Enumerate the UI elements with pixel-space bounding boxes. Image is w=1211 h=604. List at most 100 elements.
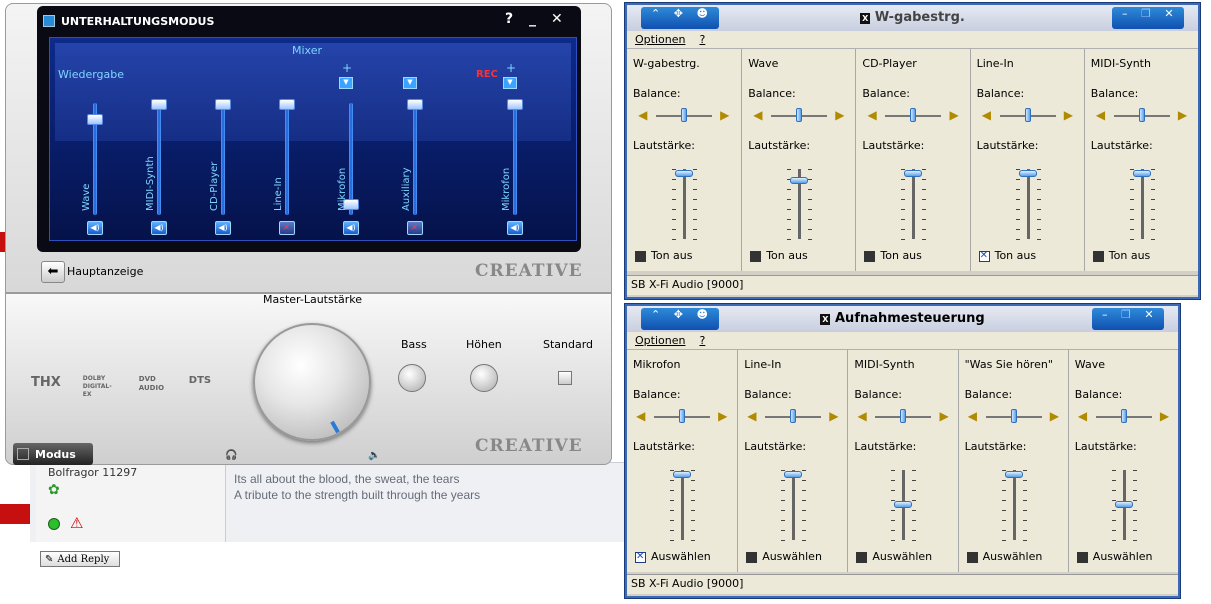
close-icon[interactable]: ✕ xyxy=(1164,7,1173,20)
volume-track[interactable] xyxy=(1140,169,1144,239)
channel-slider-track[interactable] xyxy=(221,103,225,215)
balance-thumb[interactable] xyxy=(900,409,907,423)
help-button[interactable]: ? xyxy=(505,11,513,27)
volume-track[interactable] xyxy=(1026,169,1030,239)
warning-icon[interactable]: ⚠ xyxy=(70,514,83,532)
mute-checkbox[interactable] xyxy=(966,552,978,563)
volume-tick xyxy=(691,490,696,491)
channel-slider-thumb[interactable] xyxy=(279,99,295,110)
master-volume-knob[interactable] xyxy=(253,323,371,441)
volume-tick xyxy=(1129,209,1134,210)
channel-slider-track[interactable] xyxy=(513,103,517,215)
channel-slider-track[interactable] xyxy=(413,103,417,215)
chevron-down-icon[interactable]: ▼ xyxy=(403,77,417,89)
modus-button[interactable]: Modus xyxy=(13,443,93,465)
menu-help[interactable]: ? xyxy=(699,334,705,347)
mute-checkbox[interactable] xyxy=(978,250,990,262)
speaker-icon[interactable]: ◀) xyxy=(215,221,231,235)
add-icon[interactable]: + xyxy=(342,61,352,75)
balance-thumb[interactable] xyxy=(1024,108,1031,122)
speaker-icon[interactable]: ◀) xyxy=(507,221,523,235)
mute-checkbox[interactable] xyxy=(746,552,758,563)
add-icon[interactable]: + xyxy=(506,61,516,75)
menu-help[interactable]: ? xyxy=(699,33,705,46)
speaker-right-icon: ▶ xyxy=(1177,108,1188,122)
volume-tick xyxy=(1015,239,1020,240)
back-label[interactable]: Hauptanzeige xyxy=(67,265,143,278)
volume-tick xyxy=(1036,179,1041,180)
volume-tick xyxy=(1022,520,1027,521)
speaker-right-icon: ▶ xyxy=(1049,409,1059,423)
mute-checkbox[interactable] xyxy=(635,251,646,262)
channel-slider-track[interactable] xyxy=(157,103,161,215)
volume-track[interactable] xyxy=(1012,470,1016,540)
menu-optionen[interactable]: Optionen xyxy=(635,334,685,347)
chevron-down-icon[interactable]: ▼ xyxy=(503,77,517,89)
mute-checkbox[interactable] xyxy=(856,552,868,563)
chevron-down-icon[interactable]: ▼ xyxy=(339,77,353,89)
bass-knob[interactable] xyxy=(398,364,426,392)
mute-checkbox[interactable] xyxy=(750,251,762,262)
minimize-icon[interactable]: – xyxy=(1122,7,1128,20)
balance-thumb[interactable] xyxy=(910,108,917,122)
volume-thumb[interactable] xyxy=(1132,170,1151,178)
balance-thumb[interactable] xyxy=(790,409,797,423)
mute-checkbox[interactable] xyxy=(635,551,646,563)
channel-slider-thumb[interactable] xyxy=(407,99,423,110)
minimize-icon[interactable]: – xyxy=(1102,308,1108,321)
balance-thumb[interactable] xyxy=(1120,409,1127,423)
volume-thumb[interactable] xyxy=(1114,501,1133,508)
volume-thumb[interactable] xyxy=(1004,471,1023,479)
mute-checkbox[interactable] xyxy=(864,251,876,262)
volume-track[interactable] xyxy=(792,470,796,540)
back-arrow-button[interactable]: ⬅ xyxy=(41,261,65,283)
mute-checkbox[interactable] xyxy=(1092,251,1104,262)
balance-thumb[interactable] xyxy=(1138,108,1145,122)
volume-tick xyxy=(670,540,675,541)
standard-button[interactable] xyxy=(558,371,572,385)
channel-slider-thumb[interactable] xyxy=(507,99,523,110)
headphone-icon[interactable]: 🎧 xyxy=(225,450,237,461)
balance-thumb[interactable] xyxy=(796,108,803,122)
balance-thumb[interactable] xyxy=(679,409,686,423)
channel-label: Auxiliary xyxy=(401,167,412,211)
speaker-icon[interactable]: ◀) xyxy=(151,221,167,235)
format-logos: THX DOLBY DIGITAL-EX DVD AUDIO DTS xyxy=(31,375,211,399)
volume-track[interactable] xyxy=(912,169,916,239)
balance-thumb[interactable] xyxy=(681,108,688,122)
volume-thumb[interactable] xyxy=(904,170,923,178)
volume-tick xyxy=(672,179,677,180)
muted-speaker-icon[interactable] xyxy=(279,221,295,235)
menu-optionen[interactable]: Optionen xyxy=(635,33,685,46)
volume-thumb[interactable] xyxy=(784,471,803,479)
minimize-button[interactable]: _ xyxy=(529,11,536,27)
add-reply-button[interactable]: ✎ Add Reply xyxy=(40,551,120,567)
volume-tick xyxy=(912,530,917,531)
volume-tick xyxy=(1150,189,1155,190)
volume-tick xyxy=(802,470,807,471)
volume-track[interactable] xyxy=(683,169,687,239)
close-icon[interactable]: ✕ xyxy=(1144,308,1153,321)
channel-slider-track[interactable] xyxy=(285,103,289,215)
channel-slider-thumb[interactable] xyxy=(151,99,167,110)
volume-track[interactable] xyxy=(681,470,685,540)
volume-thumb[interactable] xyxy=(894,501,913,508)
channel-slider-thumb[interactable] xyxy=(87,114,103,125)
mute-checkbox[interactable] xyxy=(1076,552,1088,563)
balance-thumb[interactable] xyxy=(1010,409,1017,423)
speaker-icon[interactable]: ◀) xyxy=(343,221,359,235)
volume-thumb[interactable] xyxy=(673,471,692,479)
channel-slider-thumb[interactable] xyxy=(215,99,231,110)
volume-thumb[interactable] xyxy=(675,170,694,178)
volume-label: Lautstärke: xyxy=(964,440,1027,453)
muted-speaker-icon[interactable] xyxy=(407,221,423,235)
treble-knob[interactable] xyxy=(470,364,498,392)
speaker-icon[interactable]: 🔈 xyxy=(368,450,380,461)
close-button[interactable]: ✕ xyxy=(551,11,563,27)
volume-tick xyxy=(781,530,786,531)
volume-tick xyxy=(1111,540,1116,541)
speaker-icon[interactable]: ◀) xyxy=(87,221,103,235)
balance-label: Balance: xyxy=(964,388,1013,401)
volume-thumb[interactable] xyxy=(1018,170,1037,178)
volume-thumb[interactable] xyxy=(790,176,809,184)
